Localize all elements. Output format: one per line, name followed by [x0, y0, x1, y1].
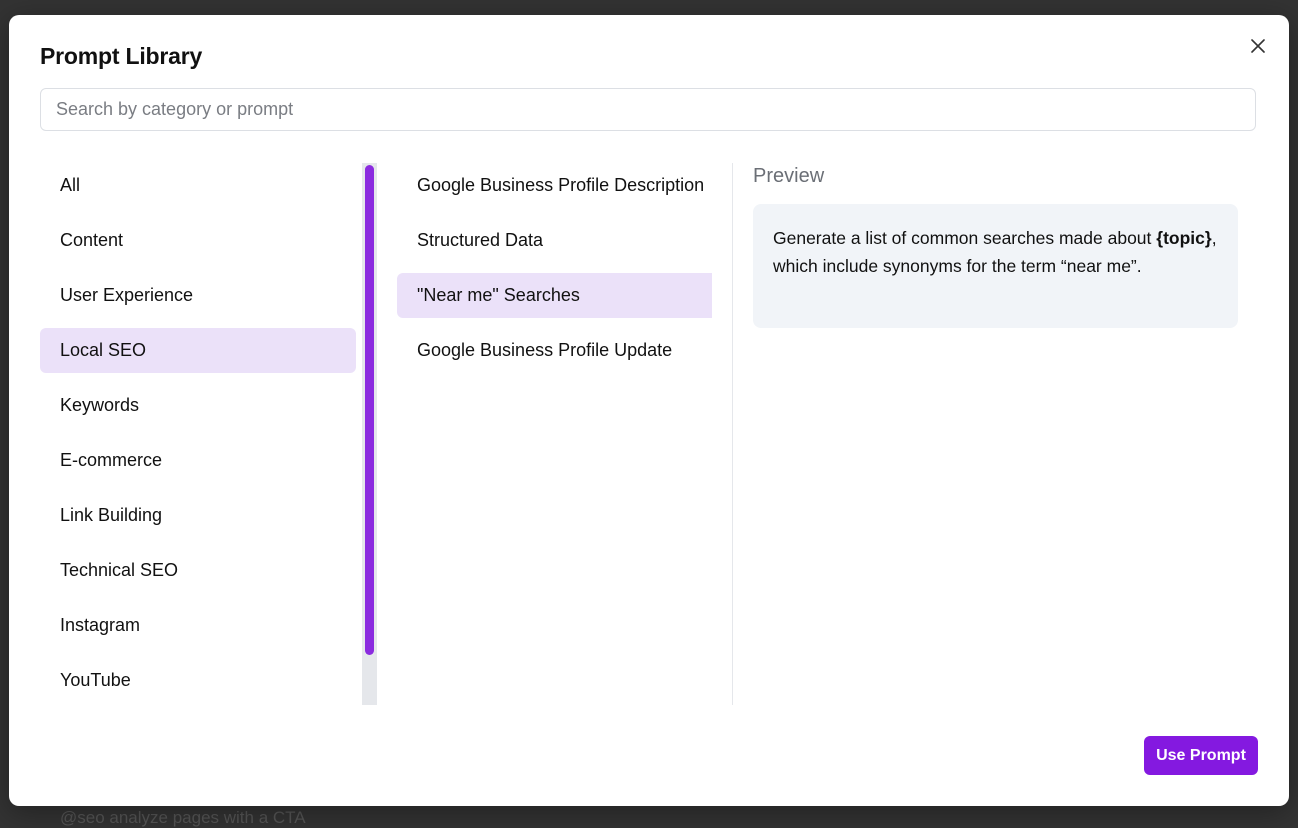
category-item-instagram[interactable]: Instagram: [40, 603, 356, 648]
preview-topic-variable: {topic}: [1156, 228, 1212, 248]
category-item-keywords[interactable]: Keywords: [40, 383, 356, 428]
category-item-youtube[interactable]: YouTube: [40, 658, 356, 703]
category-scrollbar[interactable]: [362, 163, 377, 705]
column-divider: [732, 163, 733, 705]
category-item-content[interactable]: Content: [40, 218, 356, 263]
use-prompt-button[interactable]: Use Prompt: [1144, 736, 1258, 775]
prompt-item-structured-data[interactable]: Structured Data: [397, 218, 712, 263]
prompt-item-gbp-description[interactable]: Google Business Profile Description: [397, 163, 712, 208]
category-item-all[interactable]: All: [40, 163, 356, 208]
prompt-item-near-me-searches[interactable]: "Near me" Searches: [397, 273, 712, 318]
preview-label: Preview: [753, 165, 825, 187]
prompt-list: Google Business Profile Description Stru…: [397, 163, 712, 708]
search-input[interactable]: [40, 88, 1256, 131]
modal-title: Prompt Library: [40, 43, 203, 69]
prompt-library-modal: Prompt Library All Content User Experien…: [9, 15, 1289, 806]
close-icon: [1251, 39, 1265, 53]
background-message-text: @seo analyze pages with a CTA: [60, 808, 306, 827]
category-item-local-seo[interactable]: Local SEO: [40, 328, 356, 373]
category-list: All Content User Experience Local SEO Ke…: [40, 163, 356, 708]
preview-card: Generate a list of common searches made …: [753, 204, 1238, 328]
close-button[interactable]: [1247, 35, 1269, 57]
category-item-user-experience[interactable]: User Experience: [40, 273, 356, 318]
preview-text-before: Generate a list of common searches made …: [773, 228, 1157, 248]
category-item-link-building[interactable]: Link Building: [40, 493, 356, 538]
category-item-technical-seo[interactable]: Technical SEO: [40, 548, 356, 593]
category-scrollbar-thumb[interactable]: [365, 165, 374, 655]
category-item-e-commerce[interactable]: E-commerce: [40, 438, 356, 483]
prompt-item-gbp-update[interactable]: Google Business Profile Update: [397, 328, 712, 373]
